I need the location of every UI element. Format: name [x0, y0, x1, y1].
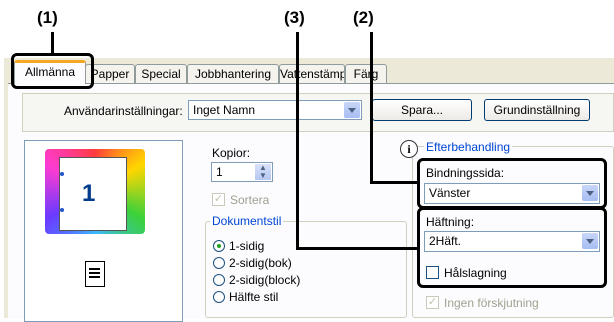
copies-input[interactable]: 1 ▲ ▼ — [211, 162, 273, 182]
no-offset-label: Ingen förskjutning — [444, 296, 539, 310]
callout-3: (3) — [284, 8, 305, 27]
copies-value: 1 — [216, 165, 223, 179]
highlight-binding-edge — [417, 158, 607, 209]
callout-2: (2) — [353, 8, 374, 27]
radio-two-sided-block-label: 2-sidig(block) — [229, 273, 301, 287]
radio-one-sided[interactable] — [213, 240, 225, 252]
staple-mark-icon — [60, 208, 64, 212]
tab-special[interactable]: Special — [135, 64, 187, 83]
callout-1: (1) — [37, 8, 58, 27]
leader-line-3-vertical — [296, 32, 299, 250]
radio-two-sided-book-label: 2-sidig(bok) — [229, 256, 292, 270]
copies-label: Kopior: — [212, 146, 251, 160]
document-style-title: Dokumentstil — [210, 214, 284, 228]
tab-general[interactable]: Allmänna — [14, 60, 86, 84]
default-button[interactable]: Grundinställning — [484, 99, 590, 121]
tab-watermark[interactable]: Vattenstämpel — [279, 64, 345, 83]
info-icon[interactable]: i — [400, 140, 418, 158]
finishing-title: Efterbehandling — [424, 140, 513, 154]
collate-label: Sortera — [230, 193, 270, 207]
tab-color[interactable]: Färg — [345, 64, 387, 83]
spinner-icon[interactable]: ▲ ▼ — [255, 164, 271, 180]
leader-line-3-horizontal — [296, 247, 419, 250]
user-settings-label: Användarinställningar: — [64, 104, 183, 118]
radio-half-style[interactable] — [213, 291, 225, 303]
print-preview: 1 — [24, 140, 183, 322]
document-icon — [85, 261, 105, 287]
page-preview: 1 — [59, 157, 127, 231]
user-settings-value: Inget Namn — [193, 103, 256, 117]
radio-half-style-label: Hälfte stil — [229, 290, 279, 304]
radio-one-sided-label: 1-sidig — [229, 239, 265, 253]
chevron-down-icon[interactable] — [344, 102, 360, 118]
save-button[interactable]: Spara... — [372, 99, 472, 121]
radio-two-sided-book[interactable] — [213, 257, 225, 269]
leader-line-2-horizontal — [370, 181, 419, 184]
no-offset-checkbox[interactable]: ✓ — [426, 296, 439, 309]
collate-checkbox[interactable]: ✓ — [212, 193, 225, 206]
highlight-staple — [417, 207, 607, 288]
user-settings-select[interactable]: Inget Namn — [188, 100, 362, 120]
leader-line-2-vertical — [370, 32, 373, 184]
staple-mark-icon — [60, 172, 64, 176]
page-number: 1 — [82, 180, 96, 207]
tab-job-handling[interactable]: Jobbhantering — [187, 64, 279, 83]
leader-line-1 — [51, 32, 54, 56]
radio-two-sided-block[interactable] — [213, 274, 225, 286]
